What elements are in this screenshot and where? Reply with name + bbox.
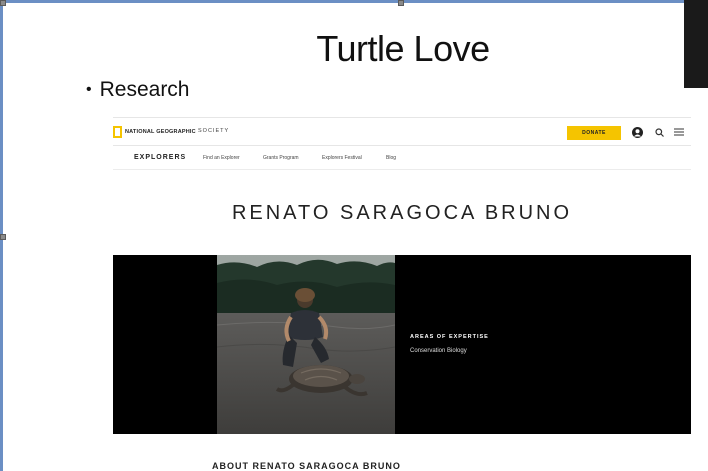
explorer-photo [217,255,395,434]
slide-title[interactable]: Turtle Love [0,28,708,70]
society-label: SOCIETY [198,128,230,134]
explorers-subnav: EXPLORERS Find an Explorer Grants Progra… [113,146,691,170]
subnav-link-find-explorer: Find an Explorer [203,155,240,161]
explorer-hero-banner: AREAS OF EXPERTISE Conservation Biology [113,255,691,434]
embedded-webpage-screenshot[interactable]: NATIONAL GEOGRAPHIC SOCIETY DONATE EXPLO… [113,117,691,471]
bullet-item[interactable]: • Research [86,78,190,102]
resize-handle-top[interactable] [398,0,404,6]
explorer-name-heading: RENATO SARAGOCA BRUNO [231,202,573,224]
resize-handle-top-left[interactable] [0,0,6,6]
user-icon [631,126,643,138]
expertise-label: AREAS OF EXPERTISE [410,334,489,340]
yellow-border-logo-icon [113,126,122,138]
donate-button: DONATE [567,126,621,140]
logo-text: NATIONAL GEOGRAPHIC [125,129,196,135]
expertise-value: Conservation Biology [410,348,467,354]
subnav-brand: EXPLORERS [134,154,187,161]
natgeo-logo: NATIONAL GEOGRAPHIC [113,126,196,138]
site-header: NATIONAL GEOGRAPHIC SOCIETY DONATE [113,118,691,146]
subnav-link-blog: Blog [386,155,397,161]
bullet-icon: • [86,81,92,98]
about-heading: ABOUT RENATO SARAGOCA BRUNO [212,461,401,471]
bullet-text: Research [99,78,190,101]
search-icon [653,126,665,138]
resize-handle-left[interactable] [0,234,6,240]
menu-icon [673,126,685,138]
subnav-link-grants: Grants Program [263,155,299,161]
subnav-link-festival: Explorers Festival [322,155,362,161]
